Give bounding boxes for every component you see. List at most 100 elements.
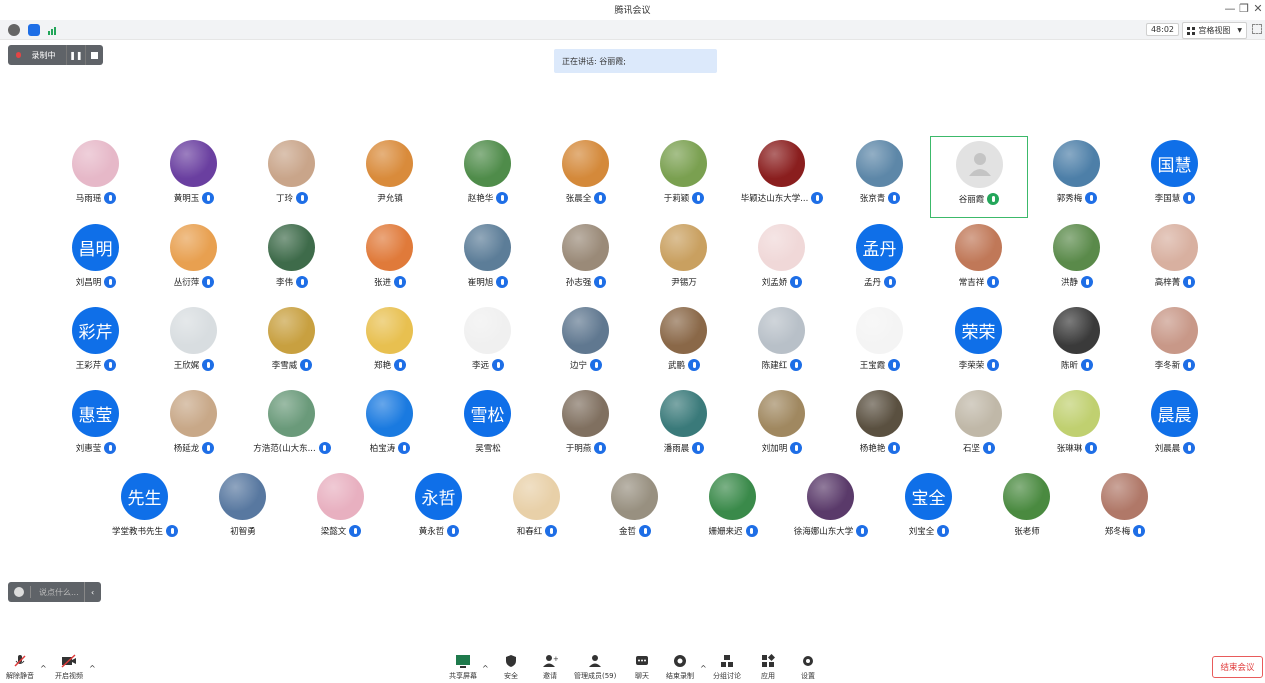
participant-tile[interactable]: 王宝霞	[831, 303, 929, 385]
manage-members-button[interactable]: 管理成员(59)	[574, 654, 616, 681]
participant-tile[interactable]: 李冬新	[1126, 303, 1224, 385]
participant-tile[interactable]: 李伟	[243, 220, 341, 302]
participant-tile[interactable]: 姗姗来迟	[684, 469, 782, 551]
record-options-chevron-up-icon[interactable]: ^	[700, 664, 707, 673]
participant-tile[interactable]: 陈昕	[1028, 303, 1126, 385]
participant-tile[interactable]: 初智勇	[194, 469, 292, 551]
participant-tile[interactable]: 赵艳华	[439, 136, 537, 218]
video-button[interactable]: 开启视频	[55, 654, 83, 681]
avatar	[758, 140, 805, 187]
participant-tile[interactable]: 梁懿文	[292, 469, 390, 551]
participant-tile[interactable]: 惠莹 刘惠莹	[47, 386, 145, 468]
participant-tile[interactable]: 李远	[439, 303, 537, 385]
participant-tile[interactable]: 崔明旭	[439, 220, 537, 302]
participant-tile[interactable]: 张京青	[831, 136, 929, 218]
participant-tile[interactable]: 李雪威	[243, 303, 341, 385]
end-meeting-button[interactable]: 结束会议	[1212, 656, 1263, 678]
participant-tile[interactable]: 张晨全	[537, 136, 635, 218]
apps-button[interactable]: 应用	[760, 654, 776, 681]
participant-tile[interactable]: 孟丹 孟丹	[831, 220, 929, 302]
avatar	[268, 307, 315, 354]
participant-tile[interactable]: 高梓菁	[1126, 220, 1224, 302]
avatar	[268, 224, 315, 271]
participant-tile[interactable]: 丁玲	[243, 136, 341, 218]
participant-tile[interactable]: 边宁	[537, 303, 635, 385]
participant-tile[interactable]: 宝全 刘宝全	[880, 469, 978, 551]
participant-tile[interactable]: 雪松 吴雪松	[439, 386, 537, 468]
end-record-button[interactable]: 结束录制	[666, 654, 694, 681]
participant-tile[interactable]: 石坚	[930, 386, 1028, 468]
participant-tile[interactable]: 徐海娜山东大学	[782, 469, 880, 551]
participant-name-row: 刘昌明	[47, 276, 145, 288]
participant-tile[interactable]: 陈建红	[733, 303, 831, 385]
participant-tile[interactable]: 刘加明	[733, 386, 831, 468]
video-options-chevron-up-icon[interactable]: ^	[89, 664, 96, 673]
participant-tile[interactable]: 金哲	[586, 469, 684, 551]
participant-tile[interactable]: 郑冬梅	[1076, 469, 1174, 551]
share-screen-button[interactable]: 共享屏幕	[449, 654, 477, 681]
participant-tile[interactable]: 谷丽霞	[930, 136, 1028, 218]
invite-button[interactable]: + 邀请	[542, 654, 558, 681]
view-switch-button[interactable]: 宫格视图 ▼	[1182, 22, 1247, 39]
participant-name-row: 马雨瑶	[47, 192, 145, 204]
settings-button[interactable]: 设置	[800, 654, 816, 681]
participant-tile[interactable]: 国慧 李国慧	[1126, 136, 1224, 218]
participant-tile[interactable]: 彩芹 王彩芹	[47, 303, 145, 385]
restore-icon[interactable]: ❐	[1237, 2, 1251, 15]
participant-tile[interactable]: 黄明玉	[145, 136, 243, 218]
participant-tile[interactable]: 于明燕	[537, 386, 635, 468]
participant-tile[interactable]: 于莉颖	[635, 136, 733, 218]
fullscreen-icon[interactable]	[1252, 24, 1262, 34]
participant-tile[interactable]: 孙志强	[537, 220, 635, 302]
participant-tile[interactable]: 杨艳艳	[831, 386, 929, 468]
audio-options-chevron-up-icon[interactable]: ^	[40, 664, 47, 673]
share-options-chevron-up-icon[interactable]: ^	[482, 664, 489, 673]
participant-tile[interactable]: 刘孟娇	[733, 220, 831, 302]
info-icon[interactable]	[8, 24, 20, 36]
participant-tile[interactable]: 马雨瑶	[47, 136, 145, 218]
participant-tile[interactable]: 武鹏	[635, 303, 733, 385]
shield-icon[interactable]	[28, 24, 40, 36]
record-icon	[672, 654, 688, 668]
participant-tile[interactable]: 尹允镇	[341, 136, 439, 218]
participant-tile[interactable]: 郭秀梅	[1028, 136, 1126, 218]
avatar	[955, 390, 1002, 437]
participant-tile[interactable]: 和春红	[488, 469, 586, 551]
security-button[interactable]: 安全	[503, 654, 519, 681]
participant-tile[interactable]: 张老师	[978, 469, 1076, 551]
participant-tile[interactable]: 方浩范(山大东...	[243, 386, 341, 468]
chat-button[interactable]: 聊天	[634, 654, 650, 681]
participant-tile[interactable]: 荣荣 李荣荣	[930, 303, 1028, 385]
participant-tile[interactable]: 尹锡万	[635, 220, 733, 302]
participant-tile[interactable]: 张琳琳	[1028, 386, 1126, 468]
emoji-icon[interactable]	[14, 587, 24, 597]
chat-input[interactable]: 说点什么...	[39, 587, 84, 598]
participant-name-row: 李远	[439, 359, 537, 371]
signal-icon[interactable]	[48, 25, 56, 35]
participant-tile[interactable]: 永哲 黄永哲	[390, 469, 488, 551]
chevron-left-icon[interactable]: ‹	[91, 588, 94, 597]
participant-tile[interactable]: 洪静	[1028, 220, 1126, 302]
participant-tile[interactable]: 杨延龙	[145, 386, 243, 468]
participant-tile[interactable]: 先生 学堂教书先生	[96, 469, 194, 551]
breakout-button[interactable]: 分组讨论	[713, 654, 741, 681]
participant-tile[interactable]: 丛衍萍	[145, 220, 243, 302]
participant-tile[interactable]: 潘雨晨	[635, 386, 733, 468]
mic-icon	[296, 192, 308, 204]
unmute-button[interactable]: 解除静音	[6, 654, 34, 681]
chat-input-bar[interactable]: 说点什么... ‹	[8, 582, 101, 602]
participant-tile[interactable]: 晨晨 刘晨晨	[1126, 386, 1224, 468]
pause-record-button[interactable]: ❚❚	[66, 45, 84, 65]
participant-tile[interactable]: 常吉祥	[930, 220, 1028, 302]
participant-tile[interactable]: 昌明 刘昌明	[47, 220, 145, 302]
stop-record-button[interactable]	[84, 45, 103, 65]
participant-tile[interactable]: 郑艳	[341, 303, 439, 385]
mic-icon	[318, 442, 331, 454]
participant-tile[interactable]: 柏宝涛	[341, 386, 439, 468]
minimize-icon[interactable]: —	[1223, 2, 1237, 15]
close-icon[interactable]: ✕	[1251, 2, 1265, 15]
participant-tile[interactable]: 王欣娓	[145, 303, 243, 385]
participant-tile[interactable]: 毕颖达山东大学...	[733, 136, 831, 218]
participant-tile[interactable]: 张进	[341, 220, 439, 302]
participant-name: 尹锡万	[671, 278, 697, 288]
